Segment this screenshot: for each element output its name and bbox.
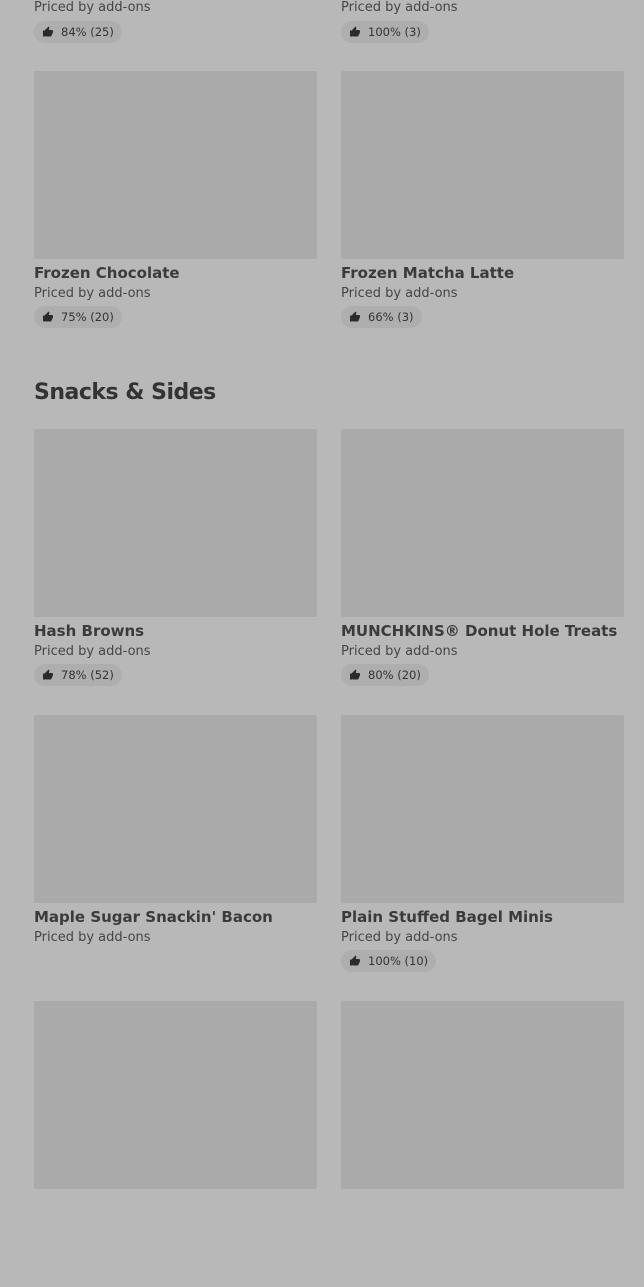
menu-grid-drinks: Frozen Chocolate Priced by add-ons 75% (… [34,71,624,357]
menu-item-card[interactable]: Frozen Chocolate Priced by add-ons 75% (… [34,71,317,357]
rating-badge: 80% (20) [341,664,429,686]
item-name: Plain Stuffed Bagel Minis [341,908,553,926]
item-price: Priced by add-ons [341,930,458,945]
item-image [34,71,317,259]
thumbs-up-icon [350,26,360,37]
item-image [341,429,624,617]
rating-text: 75% (20) [61,310,114,324]
rating-text: 66% (3) [368,310,414,324]
item-image [34,429,317,617]
menu-item-card-partial[interactable]: Priced by add-ons 84% (25) [34,0,317,43]
item-image [34,715,317,903]
item-price: Priced by add-ons [34,286,151,301]
thumbs-up-icon [43,26,53,37]
item-name: Frozen Chocolate [34,264,180,282]
item-price: Priced by add-ons [34,0,151,15]
section-title: Snacks & Sides [34,380,216,405]
menu-item-card[interactable] [341,1001,624,1287]
item-price: Priced by add-ons [341,286,458,301]
rating-text: 100% (3) [368,25,421,39]
menu-item-card[interactable]: Hash Browns Priced by add-ons 78% (52) [34,429,317,715]
rating-text: 84% (25) [61,25,114,39]
thumbs-up-icon [350,311,360,322]
rating-badge: 84% (25) [34,21,122,43]
menu-item-card[interactable]: MUNCHKINS® Donut Hole Treats Priced by a… [341,429,624,715]
item-price: Priced by add-ons [341,0,458,15]
item-name: Frozen Matcha Latte [341,264,515,282]
item-price: Priced by add-ons [341,644,458,659]
item-name: Maple Sugar Snackin' Bacon [34,908,273,926]
item-image [34,1001,317,1189]
item-price: Priced by add-ons [34,930,151,945]
item-name: MUNCHKINS® Donut Hole Treats [341,622,618,640]
thumbs-up-icon [350,955,360,966]
thumbs-up-icon [43,311,53,322]
menu-item-card[interactable] [34,1001,317,1287]
menu-grid-snacks: Hash Browns Priced by add-ons 78% (52) M… [34,429,624,1287]
rating-badge: 100% (3) [341,21,429,43]
item-price: Priced by add-ons [34,644,151,659]
rating-badge: 75% (20) [34,306,122,328]
menu-item-card[interactable]: Frozen Matcha Latte Priced by add-ons 66… [341,71,624,357]
thumbs-up-icon [43,669,53,680]
rating-badge: 100% (10) [341,950,437,972]
rating-text: 80% (20) [368,668,421,682]
rating-badge: 66% (3) [341,306,422,328]
item-name: Hash Browns [34,622,145,640]
item-image [341,715,624,903]
item-image [341,1001,624,1189]
menu-item-card[interactable]: Plain Stuffed Bagel Minis Priced by add-… [341,715,624,1001]
menu-grid-top-partial: Priced by add-ons 84% (25) Priced by add… [34,0,624,43]
rating-text: 78% (52) [61,668,114,682]
thumbs-up-icon [350,669,360,680]
menu-item-card[interactable]: Maple Sugar Snackin' Bacon Priced by add… [34,715,317,1001]
item-image [341,71,624,259]
rating-text: 100% (10) [368,954,429,968]
rating-badge: 78% (52) [34,664,122,686]
menu-item-card-partial[interactable]: Priced by add-ons 100% (3) [341,0,624,43]
